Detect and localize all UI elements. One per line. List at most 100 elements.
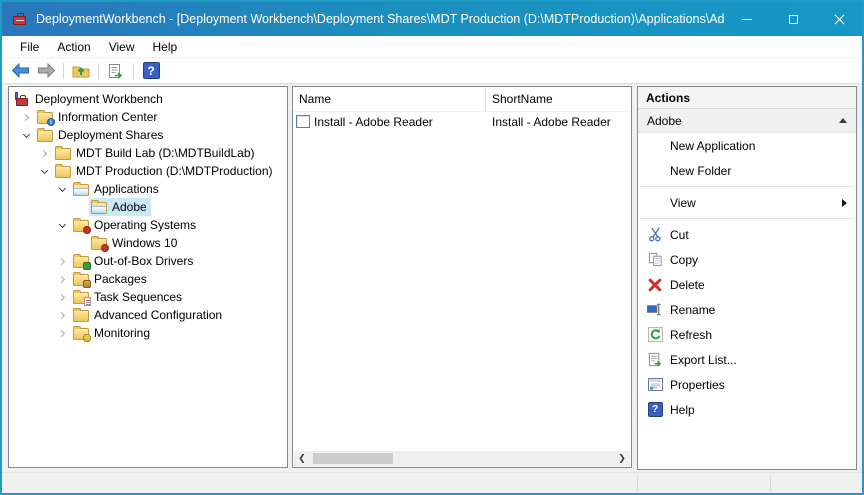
- tree-item-mdt-production[interactable]: MDT Production (D:\MDTProduction): [9, 162, 287, 180]
- folder-icon: [55, 148, 71, 160]
- tree-item-windows-10[interactable]: Windows 10: [9, 234, 287, 252]
- scroll-right-icon[interactable]: ❯: [614, 451, 630, 466]
- status-bar: [2, 472, 862, 493]
- action-label: Delete: [670, 278, 705, 292]
- menu-help[interactable]: Help: [144, 38, 187, 56]
- chevron-down-icon[interactable]: [53, 222, 71, 229]
- action-copy[interactable]: Copy: [638, 247, 856, 272]
- results-list-pane: Name ShortName Install - Adobe Reader In…: [292, 86, 632, 468]
- action-properties[interactable]: Properties: [638, 372, 856, 397]
- folder-monitoring-icon: [73, 328, 89, 340]
- title-bar[interactable]: DeploymentWorkbench - [Deployment Workbe…: [2, 2, 862, 36]
- folder-drivers-icon: [73, 256, 89, 268]
- column-header-shortname[interactable]: ShortName: [486, 87, 631, 111]
- export-list-icon: [648, 352, 663, 367]
- tree-item-applications[interactable]: Applications: [9, 180, 287, 198]
- actions-group-header-adobe[interactable]: Adobe: [638, 109, 856, 133]
- action-help[interactable]: Help: [638, 397, 856, 422]
- toolbar: [2, 58, 862, 84]
- column-header-name[interactable]: Name: [293, 87, 486, 111]
- actions-pane: Actions Adobe New Application New Folder…: [637, 86, 857, 470]
- tree-item-adobe[interactable]: Adobe: [9, 198, 287, 216]
- tree-item-advanced-configuration[interactable]: Advanced Configuration: [9, 306, 287, 324]
- action-label: View: [670, 196, 696, 210]
- menu-bar: File Action View Help: [2, 36, 862, 58]
- maximize-icon: [789, 15, 798, 24]
- chevron-right-icon[interactable]: [53, 259, 71, 264]
- chevron-down-icon[interactable]: [17, 132, 35, 139]
- refresh-icon: [648, 327, 663, 342]
- tree-item-mdt-build-lab[interactable]: MDT Build Lab (D:\MDTBuildLab): [9, 144, 287, 162]
- action-view[interactable]: View: [638, 190, 856, 215]
- chevron-down-icon[interactable]: [53, 186, 71, 193]
- action-label: Help: [670, 403, 695, 417]
- menu-view[interactable]: View: [100, 38, 144, 56]
- folder-info-icon: [37, 112, 53, 124]
- action-new-folder[interactable]: New Folder: [638, 158, 856, 183]
- chevron-up-icon[interactable]: [839, 118, 847, 123]
- folder-os-icon: [73, 220, 89, 232]
- actions-pane-title: Actions: [638, 87, 856, 109]
- minimize-button[interactable]: [724, 2, 770, 36]
- chevron-right-icon[interactable]: [53, 277, 71, 282]
- tree-item-label: MDT Build Lab (D:\MDTBuildLab): [76, 146, 255, 160]
- tree-item-label: Operating Systems: [94, 218, 196, 232]
- tree-item-information-center[interactable]: Information Center: [9, 108, 287, 126]
- action-cut[interactable]: Cut: [638, 222, 856, 247]
- export-list-button[interactable]: [104, 60, 128, 82]
- folder-tasks-icon: [73, 292, 89, 304]
- tree-item-packages[interactable]: Packages: [9, 270, 287, 288]
- tree-item-label: Applications: [94, 182, 159, 196]
- forward-button[interactable]: [34, 60, 58, 82]
- tree-item-out-of-box-drivers[interactable]: Out-of-Box Drivers: [9, 252, 287, 270]
- tree-item-label: Adobe: [112, 200, 147, 214]
- help-button[interactable]: [139, 60, 163, 82]
- close-button[interactable]: [816, 2, 862, 36]
- menu-action[interactable]: Action: [48, 38, 99, 56]
- menu-file[interactable]: File: [11, 38, 48, 56]
- help-icon: [143, 62, 160, 79]
- minimize-icon: [742, 19, 752, 20]
- chevron-right-icon[interactable]: [53, 295, 71, 300]
- folder-icon: [37, 130, 53, 142]
- chevron-right-icon[interactable]: [53, 313, 71, 318]
- chevron-right-icon[interactable]: [17, 115, 35, 120]
- action-label: New Folder: [670, 164, 731, 178]
- action-rename[interactable]: Rename: [638, 297, 856, 322]
- back-button[interactable]: [8, 60, 32, 82]
- list-row-install-adobe-reader[interactable]: Install - Adobe Reader Install - Adobe R…: [293, 112, 631, 131]
- maximize-button[interactable]: [770, 2, 816, 36]
- chevron-right-icon[interactable]: [53, 331, 71, 336]
- action-label: Properties: [670, 378, 725, 392]
- action-label: New Application: [670, 139, 755, 153]
- tree-item-monitoring[interactable]: Monitoring: [9, 324, 287, 342]
- folder-icon: [55, 166, 71, 178]
- action-export-list[interactable]: Export List...: [638, 347, 856, 372]
- actions-group-label: Adobe: [647, 114, 839, 128]
- action-label: Export List...: [670, 353, 737, 367]
- scroll-left-icon[interactable]: ❮: [294, 451, 310, 466]
- action-label: Rename: [670, 303, 715, 317]
- window-title: DeploymentWorkbench - [Deployment Workbe…: [36, 12, 724, 26]
- action-new-application[interactable]: New Application: [638, 133, 856, 158]
- action-delete[interactable]: Delete: [638, 272, 856, 297]
- chevron-right-icon[interactable]: [35, 151, 53, 156]
- back-arrow-icon: [11, 63, 30, 78]
- folder-packages-icon: [73, 274, 89, 286]
- list-cell-shortname: Install - Adobe Reader: [486, 115, 611, 129]
- scrollbar-thumb[interactable]: [313, 453, 393, 464]
- tree-item-task-sequences[interactable]: Task Sequences: [9, 288, 287, 306]
- cut-icon: [648, 227, 663, 242]
- tree-item-label: Information Center: [58, 110, 157, 124]
- action-label: Refresh: [670, 328, 712, 342]
- tree-item-label: Task Sequences: [94, 290, 182, 304]
- tree-item-label: Packages: [94, 272, 147, 286]
- tree-item-operating-systems[interactable]: Operating Systems: [9, 216, 287, 234]
- horizontal-scrollbar[interactable]: ❮ ❯: [294, 451, 630, 466]
- up-one-level-button[interactable]: [69, 60, 93, 82]
- action-refresh[interactable]: Refresh: [638, 322, 856, 347]
- tree-item-deployment-shares[interactable]: Deployment Shares: [9, 126, 287, 144]
- chevron-down-icon[interactable]: [35, 168, 53, 175]
- tree-item-deployment-workbench[interactable]: Deployment Workbench: [9, 90, 287, 108]
- rename-icon: [647, 303, 663, 316]
